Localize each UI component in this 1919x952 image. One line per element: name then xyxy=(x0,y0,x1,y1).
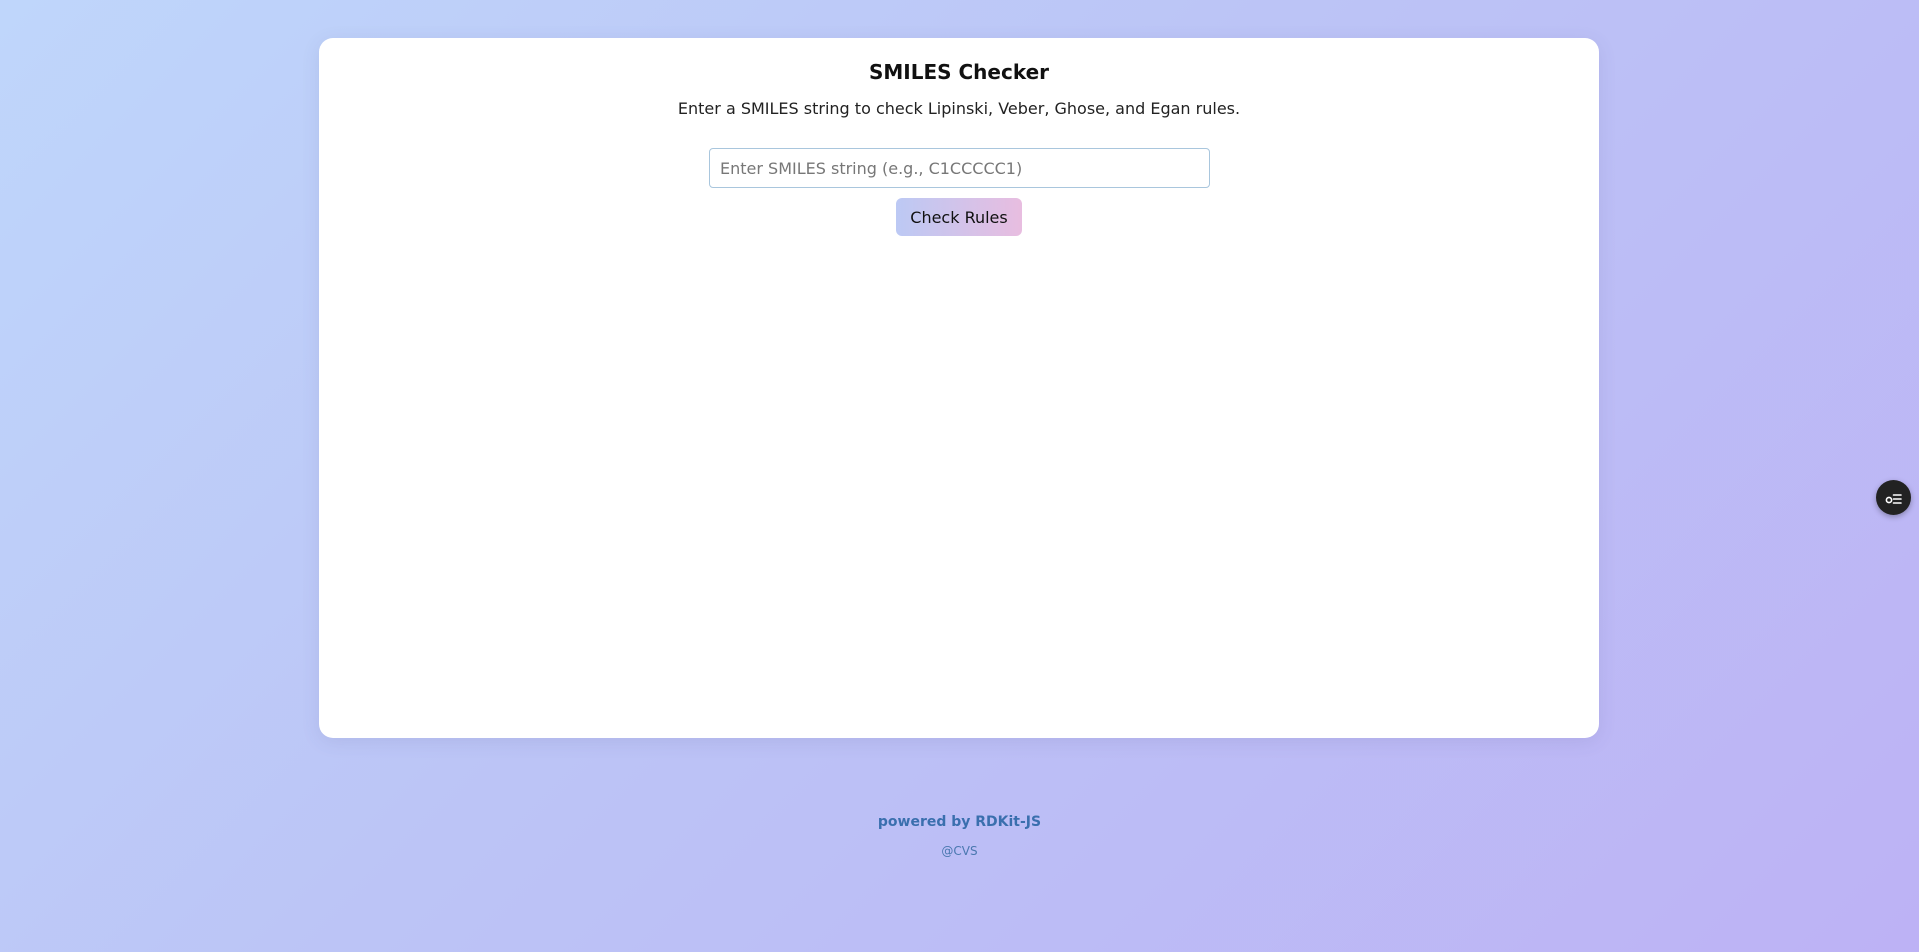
footer-credit: @CVS xyxy=(941,844,978,858)
smiles-input[interactable] xyxy=(709,148,1210,188)
checker-card: SMILES Checker Enter a SMILES string to … xyxy=(319,38,1599,738)
page-subtitle: Enter a SMILES string to check Lipinski,… xyxy=(677,99,1241,118)
settings-toggle-icon xyxy=(1885,491,1903,505)
floating-widget-button[interactable] xyxy=(1876,480,1911,515)
check-rules-button[interactable]: Check Rules xyxy=(896,198,1022,236)
footer-powered-by: powered by RDKit-JS xyxy=(877,814,1042,830)
page-title: SMILES Checker xyxy=(868,60,1050,84)
